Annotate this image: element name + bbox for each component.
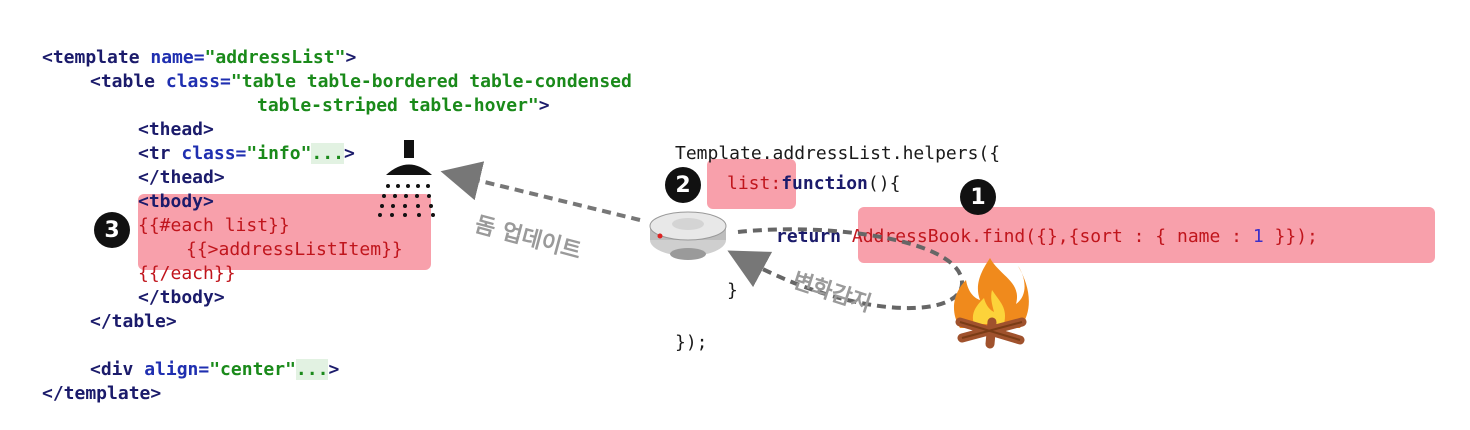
campfire-icon	[953, 258, 1029, 349]
smoke-detector-icon	[649, 211, 727, 260]
diagram-overlay	[378, 140, 1029, 349]
shower-icon	[378, 140, 435, 217]
